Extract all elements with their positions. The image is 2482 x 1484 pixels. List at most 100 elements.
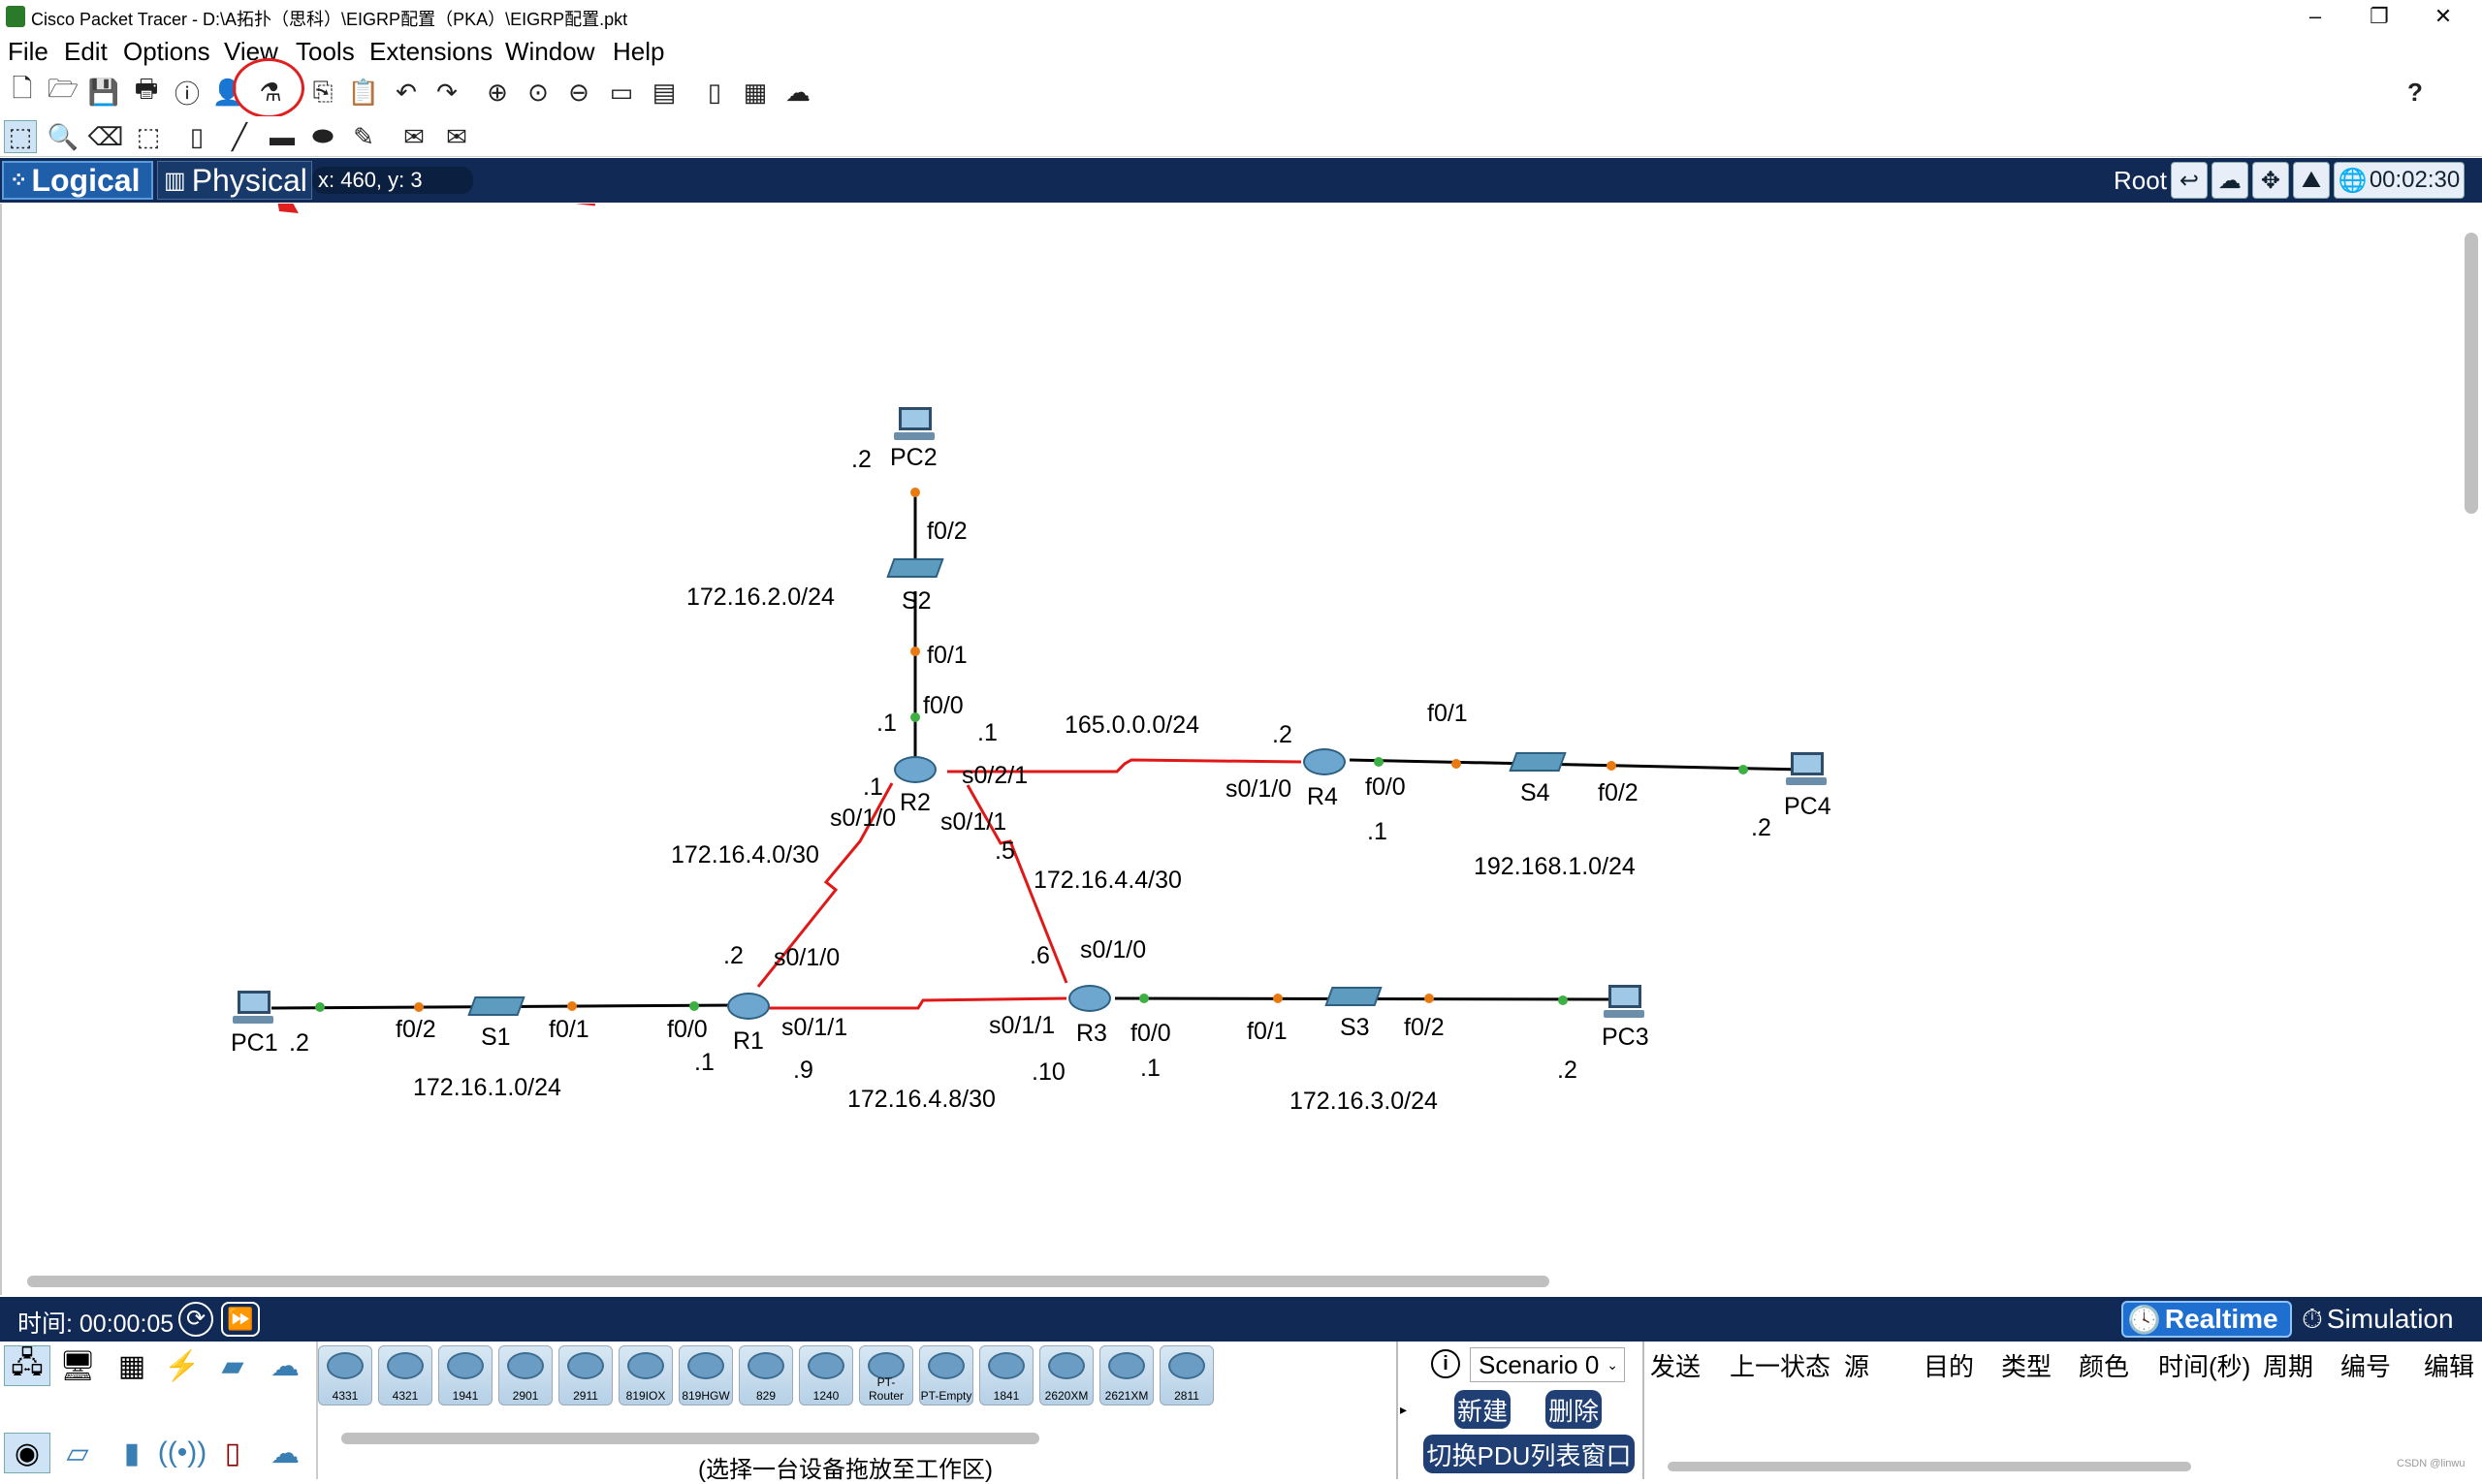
place-note-icon[interactable]: ▯: [180, 120, 213, 153]
inspect-icon[interactable]: 🔍: [47, 120, 80, 153]
s4-device[interactable]: [1509, 752, 1567, 772]
multiuser-icon[interactable]: ☁: [262, 1345, 308, 1386]
print-icon[interactable]: 🖶: [130, 74, 163, 109]
cluster-cloud-icon[interactable]: ☁: [2211, 162, 2248, 199]
collapse-arrow-icon[interactable]: ▸: [1400, 1402, 1407, 1418]
add-complex-pdu-icon[interactable]: ✉: [440, 120, 473, 153]
move-object-icon[interactable]: ✥: [2251, 162, 2289, 199]
switches-icon[interactable]: ▱: [54, 1433, 101, 1473]
routers-icon[interactable]: ◉: [4, 1433, 50, 1473]
viewport-icon[interactable]: 🌐 00:02:30: [2333, 162, 2466, 199]
tab-physical[interactable]: ▥ Physical: [157, 161, 312, 200]
device-model-2811[interactable]: 2811: [1160, 1345, 1214, 1405]
notes-icon[interactable]: ▯: [698, 76, 731, 109]
draw-ellipse-icon[interactable]: ⬬: [306, 120, 339, 153]
pc4-device[interactable]: [1786, 752, 1829, 789]
copy-icon[interactable]: ⎘: [306, 76, 339, 109]
menu-options[interactable]: Options: [123, 37, 210, 67]
network-cloud-icon[interactable]: ☁: [781, 76, 814, 109]
vertical-scrollbar[interactable]: [2465, 233, 2478, 514]
redo-icon[interactable]: ↷: [430, 76, 463, 109]
freeform-icon[interactable]: ✎: [347, 120, 380, 153]
cluster-icon[interactable]: ▦: [739, 76, 772, 109]
device-model-1240[interactable]: 1240: [799, 1345, 853, 1405]
device-model-2620xm[interactable]: 2620XM: [1039, 1345, 1094, 1405]
device-model-4331[interactable]: 4331: [318, 1345, 372, 1405]
delete-icon[interactable]: ⌫: [88, 120, 124, 153]
device-model-819iox[interactable]: 819IOX: [619, 1345, 673, 1405]
power-cycle-icon[interactable]: ⟳: [178, 1302, 213, 1337]
s2-device[interactable]: [886, 558, 944, 578]
restore-button[interactable]: ❐: [2350, 2, 2408, 31]
custom-device-icon[interactable]: ▤: [648, 76, 681, 109]
device-model-4321[interactable]: 4321: [378, 1345, 432, 1405]
undo-icon[interactable]: ↶: [390, 76, 423, 109]
zoom-out-icon[interactable]: ⊖: [562, 76, 595, 109]
s3-device[interactable]: [1324, 987, 1383, 1006]
open-folder-icon[interactable]: 🗁: [47, 74, 80, 109]
fast-forward-icon[interactable]: ⏩: [221, 1302, 260, 1337]
pdu-delete-button[interactable]: 删除: [1545, 1390, 1602, 1429]
wireless-icon[interactable]: ((•)): [158, 1433, 207, 1473]
miscellaneous-icon[interactable]: ▰: [209, 1345, 256, 1386]
set-background-icon[interactable]: ⛰: [2292, 162, 2330, 199]
realtime-tab[interactable]: 🕓 Realtime: [2121, 1301, 2292, 1338]
horizontal-scrollbar[interactable]: [27, 1276, 1549, 1287]
logical-workspace[interactable]: PC2 S2 R2 R4 S4 PC4 PC1 S1 R1 R3 S3 PC3 …: [0, 204, 2482, 1295]
back-icon[interactable]: ↩: [2170, 162, 2208, 199]
device-model-819hgw[interactable]: 819HGW: [679, 1345, 733, 1405]
pc2-device[interactable]: [894, 407, 937, 444]
menu-window[interactable]: Window: [505, 37, 594, 67]
device-model-2911[interactable]: 2911: [558, 1345, 613, 1405]
toggle-pdu-list-button[interactable]: 切换PDU列表窗口: [1423, 1435, 1635, 1473]
menu-help[interactable]: Help: [613, 37, 664, 67]
menu-extensions[interactable]: Extensions: [369, 37, 493, 67]
menu-edit[interactable]: Edit: [64, 37, 108, 67]
components-icon[interactable]: ▦: [109, 1345, 155, 1386]
help-icon[interactable]: ?: [2399, 76, 2432, 109]
end-devices-icon[interactable]: 🖥: [54, 1345, 101, 1386]
pdu-new-button[interactable]: 新建: [1454, 1390, 1511, 1429]
drawing-palette-icon[interactable]: ▭: [605, 76, 638, 109]
add-simple-pdu-icon[interactable]: ✉: [398, 120, 430, 153]
connections-icon[interactable]: ⚡: [159, 1345, 206, 1386]
device-model-2901[interactable]: 2901: [498, 1345, 553, 1405]
device-model-2621xm[interactable]: 2621XM: [1099, 1345, 1154, 1405]
r1-device[interactable]: [727, 993, 770, 1020]
zoom-in-icon[interactable]: ⊕: [481, 76, 514, 109]
close-button[interactable]: ✕: [2414, 2, 2472, 31]
menu-file[interactable]: File: [8, 37, 48, 67]
network-devices-icon[interactable]: 🖧: [4, 1345, 50, 1386]
scenario-select[interactable]: Scenario 0 ⌄: [1470, 1347, 1625, 1382]
s1-device[interactable]: [467, 996, 525, 1016]
menu-tools[interactable]: Tools: [296, 37, 355, 67]
device-model-pt-router[interactable]: PT-Router: [859, 1345, 913, 1405]
info-icon[interactable]: ⓘ: [171, 76, 204, 109]
device-model-1941[interactable]: 1941: [438, 1345, 493, 1405]
pdu-info-icon[interactable]: i: [1431, 1349, 1460, 1378]
minimize-button[interactable]: –: [2286, 2, 2344, 31]
select-tool-icon[interactable]: ⬚: [4, 120, 37, 153]
simulation-tab[interactable]: ⏱ Simulation: [2298, 1301, 2478, 1338]
device-model-829[interactable]: 829: [739, 1345, 793, 1405]
save-icon[interactable]: 💾: [87, 76, 120, 109]
paste-icon[interactable]: 📋: [347, 76, 380, 109]
r3-device[interactable]: [1068, 985, 1111, 1012]
pc1-device[interactable]: [233, 991, 275, 1027]
draw-rectangle-icon[interactable]: ▬: [266, 120, 299, 153]
device-model-1841[interactable]: 1841: [979, 1345, 1034, 1405]
tab-logical[interactable]: ⁘ Logical: [2, 161, 153, 200]
device-list-scrollbar[interactable]: [341, 1433, 1039, 1444]
pc3-device[interactable]: [1604, 985, 1646, 1022]
hubs-icon[interactable]: ▮: [109, 1433, 155, 1473]
resize-shape-icon[interactable]: ⬚: [132, 120, 165, 153]
pdu-list-scrollbar[interactable]: [1668, 1462, 2191, 1471]
r2-device[interactable]: [894, 756, 937, 783]
draw-line-icon[interactable]: ╱: [223, 120, 256, 153]
new-file-icon[interactable]: 🗋: [6, 74, 39, 109]
device-model-pt-empty[interactable]: PT-Empty: [919, 1345, 973, 1405]
zoom-reset-icon[interactable]: ⊙: [522, 76, 555, 109]
r4-device[interactable]: [1303, 748, 1346, 775]
security-icon[interactable]: ▯: [209, 1433, 256, 1473]
wan-emulation-icon[interactable]: ☁: [262, 1433, 308, 1473]
